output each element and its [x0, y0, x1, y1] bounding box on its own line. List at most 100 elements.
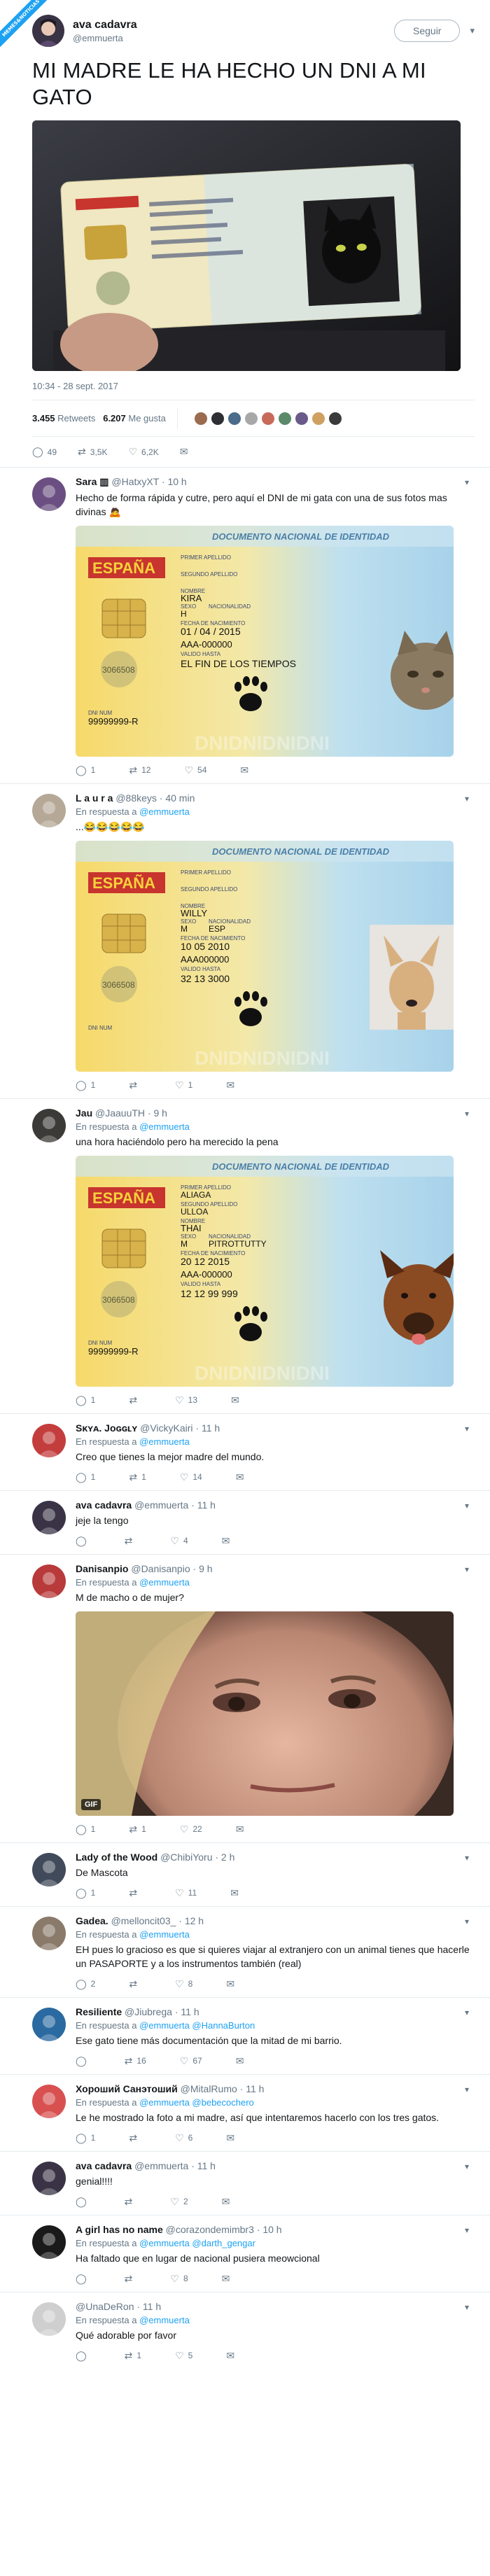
retweet-action[interactable]: ⇄	[129, 2132, 141, 2144]
reply-author-handle[interactable]: @UnaDeRon	[76, 2301, 134, 2312]
in-reply-to-handle[interactable]: @emmuerta	[139, 1577, 190, 1588]
liker-avatar[interactable]	[210, 411, 225, 426]
avatar[interactable]	[32, 1917, 66, 1950]
reply-action[interactable]: ◯	[76, 2196, 91, 2208]
like-action[interactable]: ♡ 14	[180, 1471, 202, 1483]
avatar[interactable]	[32, 2008, 66, 2041]
reply-tweet[interactable]: ▾ Хороший Санэтоший @MitalRumo · 11 h En…	[0, 2074, 490, 2151]
chevron-down-icon[interactable]: ▾	[465, 2008, 469, 2017]
message-action[interactable]: ✉	[240, 764, 253, 776]
in-reply-to-handle[interactable]: @emmuerta	[139, 2315, 190, 2325]
reply-tweet[interactable]: ▾ ava cadavra @emmuerta · 11 h jeje la t…	[0, 1490, 490, 1554]
reply-author-handle[interactable]: @88keys	[115, 792, 157, 804]
chevron-down-icon[interactable]: ▾	[465, 2225, 469, 2235]
reply-author-handle[interactable]: @Jiubrega	[125, 2006, 172, 2017]
retweet-action[interactable]: ⇄ 12	[129, 764, 150, 776]
reply-tweet[interactable]: ▾ Jau @JaauuTH · 9 h En respuesta a @emm…	[0, 1098, 490, 1413]
message-action[interactable]: ✉	[236, 1823, 248, 1835]
reply-author-name[interactable]: Resiliente	[76, 2006, 122, 2017]
reply-time[interactable]: · 11 h	[191, 1499, 216, 1511]
reply-author-handle[interactable]: @emmuerta	[134, 2160, 188, 2171]
chevron-down-icon[interactable]: ▾	[465, 2302, 469, 2312]
reply-tweet[interactable]: ▾ L a u r a @88keys · 40 min En respuest…	[0, 783, 490, 1098]
reply-action[interactable]: ◯ 1	[76, 1079, 95, 1091]
reply-action[interactable]: ◯ 1	[76, 1394, 95, 1406]
in-reply-to-handle[interactable]: @emmuerta	[139, 1436, 190, 1447]
chevron-down-icon[interactable]: ▾	[470, 25, 475, 36]
liker-avatar[interactable]	[260, 411, 275, 426]
reply-author-handle[interactable]: @VickyKairi	[140, 1422, 192, 1434]
avatar[interactable]	[32, 2302, 66, 2336]
reply-action[interactable]: ◯ 1	[76, 764, 95, 776]
liker-avatar[interactable]	[193, 411, 208, 426]
reply-action[interactable]: ◯ 1	[76, 1471, 95, 1483]
retweets-label[interactable]: Retweets	[57, 413, 95, 424]
message-action[interactable]: ✉	[226, 1079, 239, 1091]
like-action[interactable]: ♡ 6	[175, 2132, 192, 2144]
retweet-action[interactable]: ⇄	[125, 2196, 137, 2208]
retweet-action[interactable]: ⇄	[125, 2273, 137, 2285]
like-action[interactable]: ♡ 13	[175, 1394, 197, 1406]
retweet-action[interactable]: ⇄	[129, 1887, 141, 1899]
timestamp[interactable]: 10:34 - 28 sept. 2017	[32, 381, 475, 391]
reply-action[interactable]: ◯ 2	[76, 1978, 95, 1990]
liker-avatar[interactable]	[277, 411, 292, 426]
reply-time[interactable]: · 11 h	[175, 2006, 200, 2017]
avatar[interactable]	[32, 477, 66, 511]
reply-author-handle[interactable]: @corazondemimbr3	[166, 2224, 254, 2235]
follow-button[interactable]: Seguir	[394, 20, 461, 42]
reply-time[interactable]: · 10 h	[257, 2224, 282, 2235]
message-action[interactable]: ✉	[222, 2273, 234, 2285]
reply-action[interactable]: ◯ 1	[76, 1823, 95, 1835]
chevron-down-icon[interactable]: ▾	[465, 1564, 469, 1574]
in-reply-to-handle[interactable]: @emmuerta @darth_gengar	[139, 2238, 255, 2248]
reply-time[interactable]: · 40 min	[160, 792, 195, 804]
reply-author-name[interactable]: A girl has no name	[76, 2224, 163, 2235]
in-reply-to-handle[interactable]: @emmuerta	[139, 806, 190, 817]
liker-avatar[interactable]	[227, 411, 241, 426]
avatar[interactable]	[32, 1501, 66, 1534]
reply-action[interactable]: ◯ 1	[76, 2132, 95, 2144]
reply-action[interactable]: ◯	[76, 1535, 91, 1547]
reply-tweet[interactable]: ▾ @UnaDeRon · 11 h En respuesta a @emmue…	[0, 2292, 490, 2369]
liker-avatar[interactable]	[328, 411, 342, 426]
like-action[interactable]: ♡ 5	[175, 2350, 192, 2362]
reply-author-name[interactable]: Jau	[76, 1107, 92, 1119]
like-action[interactable]: ♡ 67	[180, 2055, 202, 2067]
reply-author-handle[interactable]: @HatxyXT	[111, 476, 159, 487]
retweet-action[interactable]: ⇄	[129, 1978, 141, 1990]
retweet-action[interactable]: ⇄ 3,5K	[78, 446, 107, 458]
author-handle[interactable]: @emmuerta	[73, 33, 394, 43]
chevron-down-icon[interactable]: ▾	[465, 1501, 469, 1511]
chevron-down-icon[interactable]: ▾	[465, 2162, 469, 2171]
reply-tweet[interactable]: ▾ Danisanpio @Danisanpio · 9 h En respue…	[0, 1554, 490, 1842]
reply-author-handle[interactable]: @Danisanpio	[131, 1563, 190, 1574]
reply-action[interactable]: ◯ 1	[76, 1887, 95, 1899]
like-action[interactable]: ♡ 11	[175, 1887, 197, 1899]
reply-tweet[interactable]: ▾ A girl has no name @corazondemimbr3 · …	[0, 2215, 490, 2292]
like-action[interactable]: ♡ 22	[180, 1823, 202, 1835]
avatar[interactable]	[32, 1424, 66, 1457]
reply-time[interactable]: · 11 h	[136, 2301, 161, 2312]
message-action[interactable]: ✉	[230, 1887, 243, 1899]
reply-author-name[interactable]: Sara ▥	[76, 476, 108, 487]
message-action[interactable]: ✉	[236, 1471, 248, 1483]
retweet-action[interactable]: ⇄ 1	[129, 1823, 146, 1835]
reply-tweet[interactable]: ▾ Sᴋʏᴀ. Jᴏɢɢʟʏ @VickyKairi · 11 h En res…	[0, 1413, 490, 1490]
reply-author-name[interactable]: Хороший Санэтоший	[76, 2083, 178, 2094]
like-action[interactable]: ♡ 6,2K	[128, 446, 158, 458]
message-action[interactable]: ✉	[231, 1394, 244, 1406]
reply-author-handle[interactable]: @emmuerta	[134, 1499, 188, 1511]
reply-action[interactable]: ◯ 49	[32, 446, 57, 458]
reply-author-name[interactable]: ava cadavra	[76, 2160, 132, 2171]
reply-author-handle[interactable]: @melloncit03_	[111, 1915, 176, 1926]
retweet-action[interactable]: ⇄ 1	[129, 1471, 146, 1483]
reply-photo[interactable]: DOCUMENTO NACIONAL DE IDENTIDAD ESPAÑA 3…	[76, 1156, 454, 1387]
reply-tweet[interactable]: ▾ Resiliente @Jiubrega · 11 h En respues…	[0, 1997, 490, 2074]
reply-author-name[interactable]: Lady of the Wood	[76, 1851, 158, 1863]
reply-time[interactable]: · 11 h	[191, 2160, 216, 2171]
message-action[interactable]: ✉	[226, 1978, 239, 1990]
retweet-action[interactable]: ⇄	[129, 1079, 141, 1091]
retweet-action[interactable]: ⇄	[125, 1535, 137, 1547]
like-action[interactable]: ♡ 4	[170, 1535, 188, 1547]
